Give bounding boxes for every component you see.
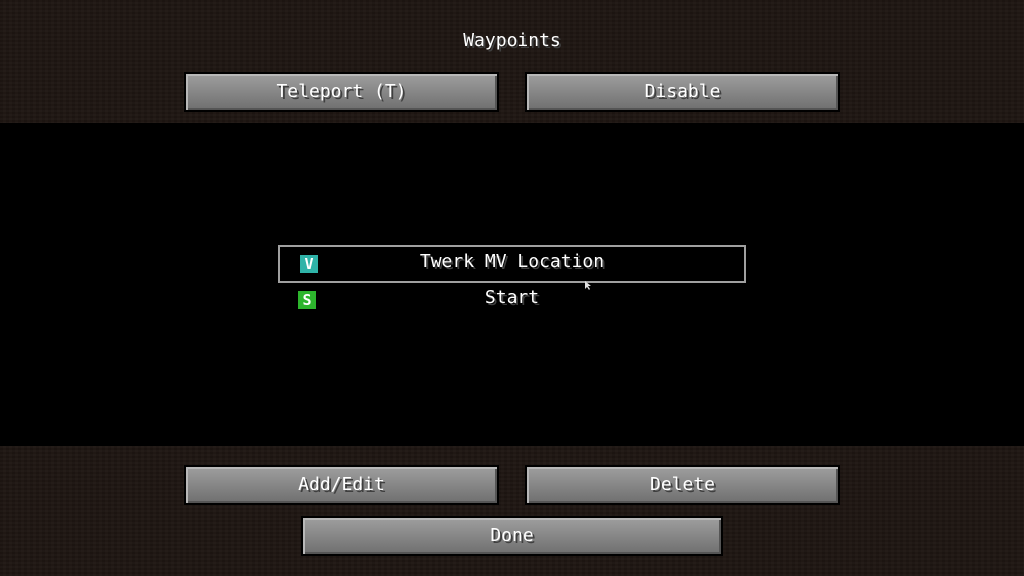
mouse-cursor-icon <box>585 281 591 290</box>
waypoint-badge: V <box>300 255 318 273</box>
teleport-button[interactable]: Teleport (T) <box>184 72 499 112</box>
list-item[interactable]: Start S <box>278 283 746 321</box>
page-title: Waypoints <box>463 30 561 51</box>
waypoint-list[interactable]: Twerk MV Location V Start S <box>0 123 1024 446</box>
waypoint-badge: S <box>298 291 316 309</box>
waypoints-screen: Waypoints Teleport (T) Disable Twerk MV … <box>0 0 1024 576</box>
list-item[interactable]: Twerk MV Location V <box>278 245 746 283</box>
delete-button[interactable]: Delete <box>525 465 840 505</box>
waypoint-name: Twerk MV Location <box>419 251 605 272</box>
disable-button[interactable]: Disable <box>525 72 840 112</box>
add-edit-button[interactable]: Add/Edit <box>184 465 499 505</box>
done-button[interactable]: Done <box>301 516 723 556</box>
waypoint-name: Start <box>484 287 540 308</box>
